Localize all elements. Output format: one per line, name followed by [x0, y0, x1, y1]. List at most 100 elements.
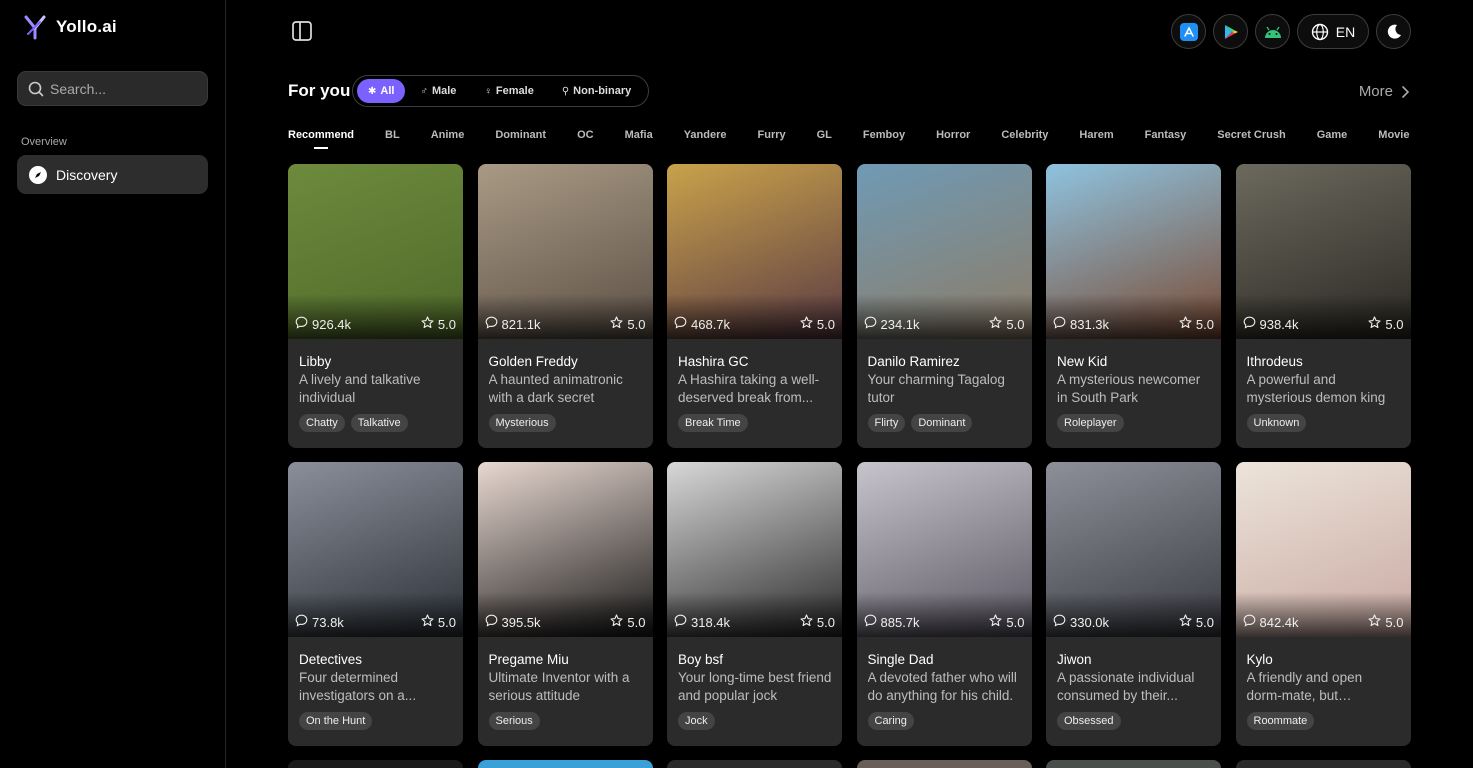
tab-furry[interactable]: Furry [758, 129, 786, 151]
character-card[interactable]: 831.3k 5.0 New Kid A mysterious newcomer in… [1046, 164, 1221, 448]
tab-mafia[interactable]: Mafia [625, 129, 653, 151]
rating-value: 5.0 [816, 614, 835, 630]
character-card[interactable]: 395.5k 5.0 Pregame Miu Ultimate Inventor wi… [477, 462, 653, 746]
character-card[interactable]: 842.4k 5.0 Kylo A friendly and open dorm-ma… [1235, 462, 1411, 746]
character-card-preview[interactable] [1235, 760, 1411, 768]
character-card[interactable]: 885.7k 5.0 Single Dad A devoted father who … [856, 462, 1032, 746]
character-card[interactable]: 73.8k 5.0 Detectives Four determined invest… [288, 462, 463, 746]
chat-bubble-icon [295, 316, 308, 332]
moon-icon [1387, 24, 1401, 39]
tab-harem[interactable]: Harem [1079, 129, 1113, 151]
tab-horror[interactable]: Horror [936, 129, 970, 151]
character-card-preview[interactable] [1046, 760, 1221, 768]
chat-count: 821.1k [485, 316, 541, 332]
tab-dominant[interactable]: Dominant [495, 129, 546, 151]
chat-count-value: 330.0k [1070, 614, 1110, 630]
character-card[interactable]: 318.4k 5.0 Boy bsf Your long-time best frie… [667, 462, 842, 746]
character-name: New Kid [1057, 354, 1108, 369]
character-card-preview[interactable] [667, 760, 842, 768]
character-tag[interactable]: Talkative [350, 414, 408, 432]
character-card-preview[interactable] [288, 760, 463, 768]
character-card[interactable]: 330.0k 5.0 Jiwon A passionate individual co… [1046, 462, 1221, 746]
app-store-button[interactable] [1171, 14, 1206, 49]
sidebar-toggle-icon[interactable] [291, 20, 313, 42]
character-card[interactable]: 468.7k 5.0 Hashira GC A Hashira taking a we… [667, 164, 842, 448]
language-button[interactable]: EN [1297, 14, 1369, 49]
rating-value: 5.0 [1195, 614, 1214, 630]
brand[interactable]: Yollo.ai [24, 14, 117, 40]
star-icon [1179, 316, 1192, 332]
star-icon [800, 316, 813, 332]
character-tag[interactable]: Roleplayer [1057, 414, 1124, 432]
tab-fantasy[interactable]: Fantasy [1145, 129, 1187, 151]
search-input[interactable] [50, 80, 200, 97]
gender-symbol-icon: ⚲ [561, 85, 570, 97]
character-card[interactable]: 926.4k 5.0 Libby A lively and talkative ind… [288, 164, 463, 448]
feed-heading: For you [288, 81, 351, 100]
tab-gl[interactable]: GL [817, 129, 832, 151]
character-tag[interactable]: Dominant [911, 414, 973, 432]
theme-toggle-button[interactable] [1376, 14, 1411, 49]
character-tag[interactable]: Serious [488, 712, 540, 730]
chat-count: 938.4k [1243, 316, 1299, 332]
tab-recommend[interactable]: Recommend [288, 129, 354, 151]
character-avatar-image: 938.4k 5.0 [1235, 164, 1411, 339]
character-tag[interactable]: Break Time [678, 414, 748, 432]
character-name: Golden Freddy [488, 354, 578, 369]
tag-list: On the Hunt [299, 712, 453, 730]
chat-count: 234.1k [864, 316, 920, 332]
character-card[interactable]: 821.1k 5.0 Golden Freddy A haunted animatro… [477, 164, 653, 448]
search-icon [28, 81, 44, 96]
character-tag[interactable]: Caring [867, 712, 914, 730]
search-box[interactable] [17, 71, 208, 106]
character-tag[interactable]: Unknown [1246, 414, 1307, 432]
gender-filter-label: Female [495, 85, 534, 97]
tab-celebrity[interactable]: Celebrity [1001, 129, 1048, 151]
google-play-button[interactable] [1213, 14, 1248, 49]
character-avatar-image: 926.4k 5.0 [288, 164, 463, 339]
character-description: Four determined investigators on a... [299, 670, 417, 703]
character-card-preview[interactable] [477, 760, 653, 768]
character-tag[interactable]: Mysterious [488, 414, 556, 432]
tab-yandere[interactable]: Yandere [684, 129, 727, 151]
character-tag[interactable]: Flirty [867, 414, 906, 432]
rating: 5.0 [610, 614, 646, 630]
rating-value: 5.0 [437, 614, 456, 630]
character-description: Your charming Tagalog tutor [867, 372, 1005, 405]
character-tag[interactable]: Obsessed [1057, 712, 1121, 730]
character-card-preview[interactable] [856, 760, 1032, 768]
more-link[interactable]: More [1359, 83, 1409, 100]
sidebar-item-discovery[interactable]: Discovery [17, 155, 208, 194]
tag-list: Caring [867, 712, 1022, 730]
character-tag[interactable]: Jock [678, 712, 715, 730]
gender-filter-male[interactable]: ♂ Male [407, 79, 469, 103]
tab-femboy[interactable]: Femboy [863, 129, 905, 151]
gender-symbol-icon: ♀ [484, 85, 492, 97]
tab-oc[interactable]: OC [577, 129, 594, 151]
gender-filter-female[interactable]: ♀ Female [471, 79, 546, 103]
gender-filter-label: Non-binary [573, 85, 632, 97]
android-button[interactable] [1255, 14, 1290, 49]
card-body: Danilo Ramirez Your charming Tagalog tuto… [857, 339, 1032, 432]
character-description: A haunted animatronic with a dark secret [488, 372, 623, 405]
character-card[interactable]: 234.1k 5.0 Danilo Ramirez Your charming Tag… [856, 164, 1032, 448]
tab-secret-crush[interactable]: Secret Crush [1217, 129, 1285, 151]
character-tag[interactable]: Roommate [1246, 712, 1315, 730]
card-body: Detectives Four determined investigators … [288, 637, 463, 730]
gender-filter-non-binary[interactable]: ⚲ Non-binary [549, 79, 644, 103]
star-icon [800, 614, 813, 630]
card-body: Boy bsf Your long-time best friend and po… [667, 637, 842, 730]
character-card[interactable]: 938.4k 5.0 Ithrodeus A powerful and mysteri… [1235, 164, 1411, 448]
gender-filter-all[interactable]: ✱ All [357, 79, 406, 103]
tab-game[interactable]: Game [1317, 129, 1348, 151]
character-tag[interactable]: On the Hunt [299, 712, 373, 730]
tab-bl[interactable]: BL [385, 129, 400, 151]
compass-icon [29, 165, 47, 184]
character-name: Boy bsf [678, 652, 724, 667]
tab-anime[interactable]: Anime [431, 129, 465, 151]
tab-movie[interactable]: Movie [1378, 129, 1409, 151]
rating-value: 5.0 [627, 614, 646, 630]
character-name: Kylo [1246, 652, 1273, 667]
character-tag[interactable]: Chatty [299, 414, 345, 432]
rating-value: 5.0 [1006, 614, 1025, 630]
